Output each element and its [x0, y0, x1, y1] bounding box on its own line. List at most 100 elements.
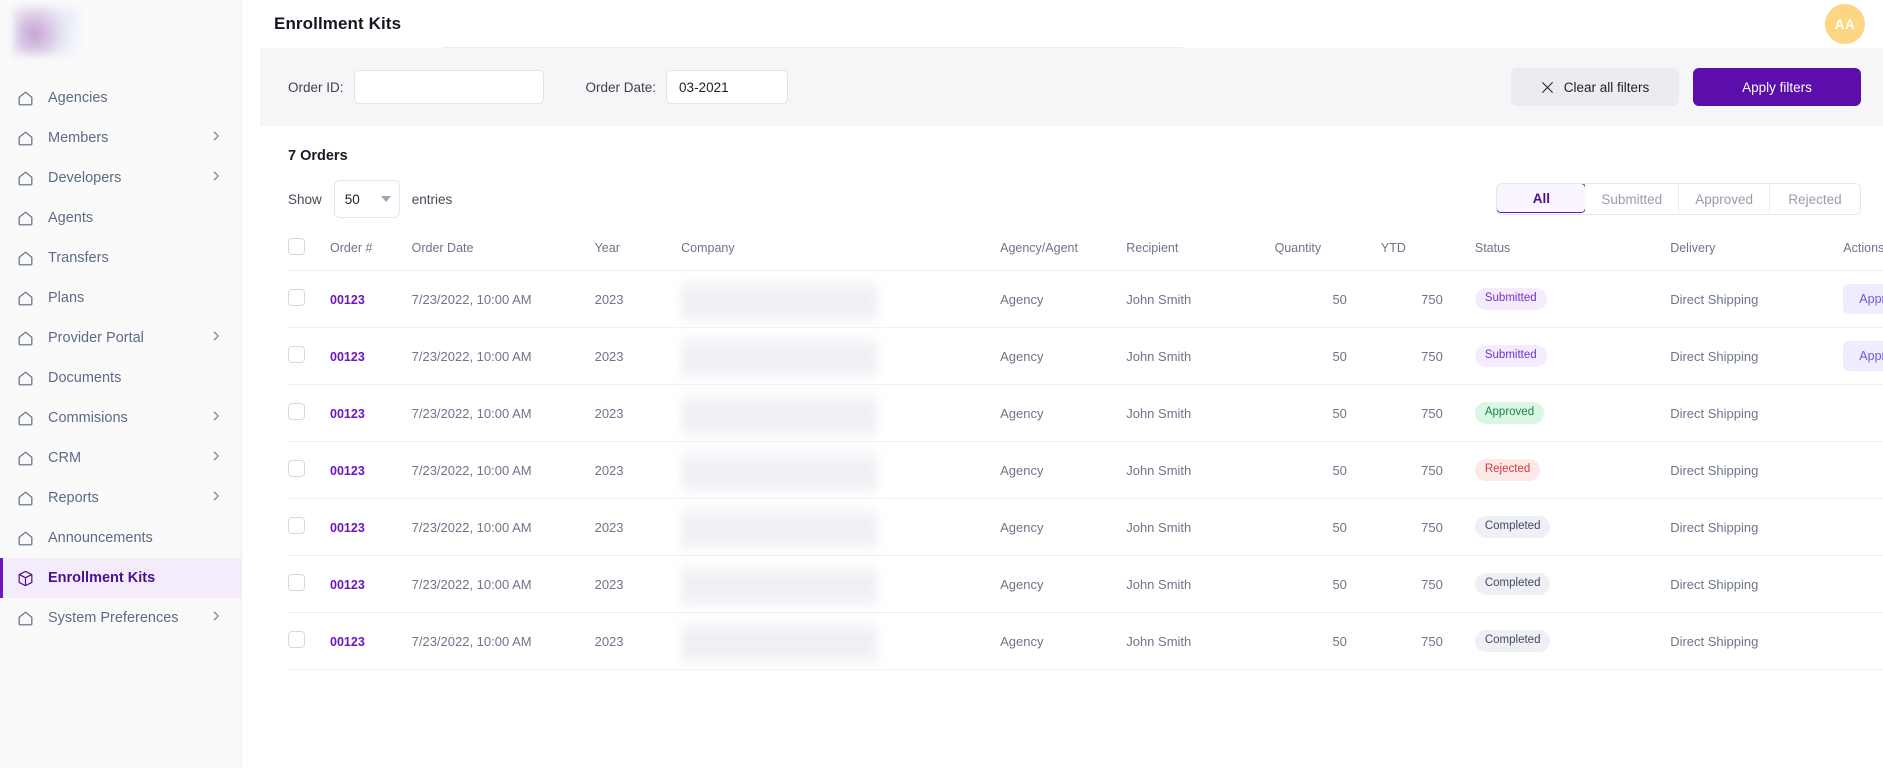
status-badge: Completed — [1474, 630, 1551, 652]
sidebar-item-crm[interactable]: CRM — [0, 438, 241, 478]
sidebar-item-plans[interactable]: Plans — [0, 278, 241, 318]
row-checkbox[interactable] — [288, 574, 305, 591]
package-icon — [14, 567, 36, 589]
sidebar-item-developers[interactable]: Developers — [0, 158, 241, 198]
order-id-label: Order ID: — [288, 79, 344, 95]
cell-recipient: John Smith — [1126, 327, 1275, 385]
sidebar: Agencies Members Developers Agents Transfers… — [0, 0, 242, 768]
row-checkbox[interactable] — [288, 517, 305, 534]
cell-order: 00123 — [330, 270, 412, 328]
header-recipient[interactable]: Recipient — [1126, 232, 1275, 271]
order-link[interactable]: 00123 — [330, 350, 365, 364]
order-id-input[interactable] — [353, 70, 544, 104]
cell-recipient: John Smith — [1126, 270, 1275, 328]
table-row[interactable]: 00123 7/23/2022, 10:00 AM 2023 Agency John S… — [288, 612, 1883, 670]
sidebar-item-system-preferences[interactable]: System Preferences — [0, 598, 241, 638]
order-link[interactable]: 00123 — [330, 521, 365, 535]
sidebar-item-agencies[interactable]: Agencies — [0, 78, 241, 118]
row-select-cell — [288, 612, 331, 670]
order-date-input[interactable] — [666, 70, 789, 104]
sidebar-item-label: Enrollment Kits — [48, 570, 156, 586]
home-icon — [14, 447, 36, 469]
sidebar-item-documents[interactable]: Documents — [0, 358, 241, 398]
cell-delivery: Direct Shipping — [1670, 270, 1844, 328]
cell-delivery: Direct Shipping — [1670, 384, 1844, 442]
header-ytd[interactable]: YTD — [1380, 232, 1475, 271]
clear-all-filters-button[interactable]: Clear all filters — [1511, 68, 1679, 106]
logo[interactable] — [0, 0, 241, 62]
cell-order: 00123 — [330, 555, 412, 613]
approve-button[interactable]: Approve — [1843, 284, 1883, 314]
cell-order-date: 7/23/2022, 10:00 AM — [411, 384, 595, 442]
cell-year: 2023 — [594, 384, 682, 442]
tab-rejected[interactable]: Rejected — [1770, 184, 1860, 214]
cell-order: 00123 — [330, 384, 412, 442]
cell-ytd: 750 — [1380, 384, 1475, 442]
order-link[interactable]: 00123 — [330, 578, 365, 592]
company-redacted — [681, 334, 878, 378]
table-row[interactable]: 00123 7/23/2022, 10:00 AM 2023 Agency John S… — [288, 270, 1883, 328]
row-checkbox[interactable] — [288, 289, 305, 306]
table-row[interactable]: 00123 7/23/2022, 10:00 AM 2023 Agency John S… — [288, 441, 1883, 499]
table-row[interactable]: 00123 7/23/2022, 10:00 AM 2023 Agency John S… — [288, 498, 1883, 556]
sidebar-nav: Agencies Members Developers Agents Transfers… — [0, 62, 241, 638]
tab-submitted[interactable]: Submitted — [1585, 184, 1680, 214]
tab-label: All — [1532, 190, 1551, 206]
row-checkbox[interactable] — [288, 631, 305, 648]
home-icon — [14, 407, 36, 429]
cell-recipient: John Smith — [1126, 441, 1275, 499]
order-link[interactable]: 00123 — [330, 293, 365, 307]
page-size-select[interactable]: 50 — [333, 180, 400, 218]
select-all-checkbox[interactable] — [288, 238, 305, 255]
header-company[interactable]: Company — [681, 232, 1001, 271]
cell-actions — [1843, 441, 1883, 499]
approve-button[interactable]: Approve — [1843, 341, 1883, 371]
header-agency[interactable]: Agency/Agent — [1000, 232, 1127, 271]
table-row[interactable]: 00123 7/23/2022, 10:00 AM 2023 Agency John S… — [288, 327, 1883, 385]
header-order[interactable]: Order # — [330, 232, 412, 271]
tab-approved[interactable]: Approved — [1679, 184, 1770, 214]
sidebar-item-reports[interactable]: Reports — [0, 478, 241, 518]
row-select-cell — [288, 270, 331, 328]
cell-year: 2023 — [594, 555, 682, 613]
logo-image — [14, 7, 78, 55]
sidebar-item-commisions[interactable]: Commisions — [0, 398, 241, 438]
sidebar-item-announcements[interactable]: Announcements — [0, 518, 241, 558]
cell-actions — [1843, 498, 1883, 556]
home-icon — [14, 127, 36, 149]
sidebar-item-label: Agents — [48, 210, 94, 226]
table-row[interactable]: 00123 7/23/2022, 10:00 AM 2023 Agency John S… — [288, 555, 1883, 613]
header-delivery[interactable]: Delivery — [1670, 232, 1844, 271]
status-badge: Completed — [1474, 573, 1551, 595]
show-label: Show — [288, 191, 322, 207]
order-link[interactable]: 00123 — [330, 464, 365, 478]
table-controls: Show 50 entries All Submitted Approved Reje… — [260, 164, 1883, 218]
sidebar-item-label: Developers — [48, 170, 122, 186]
cell-ytd: 750 — [1380, 498, 1475, 556]
row-checkbox[interactable] — [288, 403, 305, 420]
sidebar-item-transfers[interactable]: Transfers — [0, 238, 241, 278]
apply-filters-button[interactable]: Apply filters — [1693, 68, 1861, 106]
sidebar-item-members[interactable]: Members — [0, 118, 241, 158]
header-status[interactable]: Status — [1474, 232, 1671, 271]
main-content: Enrollment Kits AA Order ID: Order Date:… — [242, 0, 1883, 768]
sidebar-item-agents[interactable]: Agents — [0, 198, 241, 238]
cell-quantity: 50 — [1274, 384, 1381, 442]
avatar[interactable]: AA — [1825, 4, 1865, 44]
table-row[interactable]: 00123 7/23/2022, 10:00 AM 2023 Agency John S… — [288, 384, 1883, 442]
header-year[interactable]: Year — [594, 232, 682, 271]
table-header-row: Order # Order Date Year Company Agency/A… — [288, 232, 1883, 271]
row-checkbox[interactable] — [288, 346, 305, 363]
header-order-date[interactable]: Order Date — [411, 232, 595, 271]
status-badge: Submitted — [1474, 288, 1547, 310]
cell-actions — [1843, 384, 1883, 442]
header-quantity[interactable]: Quantity — [1274, 232, 1381, 271]
order-link[interactable]: 00123 — [330, 635, 365, 649]
sidebar-item-provider-portal[interactable]: Provider Portal — [0, 318, 241, 358]
tab-all[interactable]: All — [1497, 184, 1587, 213]
order-link[interactable]: 00123 — [330, 407, 365, 421]
row-checkbox[interactable] — [288, 460, 305, 477]
sidebar-item-enrollment-kits[interactable]: Enrollment Kits — [0, 558, 241, 598]
cell-delivery: Direct Shipping — [1670, 498, 1844, 556]
cell-recipient: John Smith — [1126, 555, 1275, 613]
